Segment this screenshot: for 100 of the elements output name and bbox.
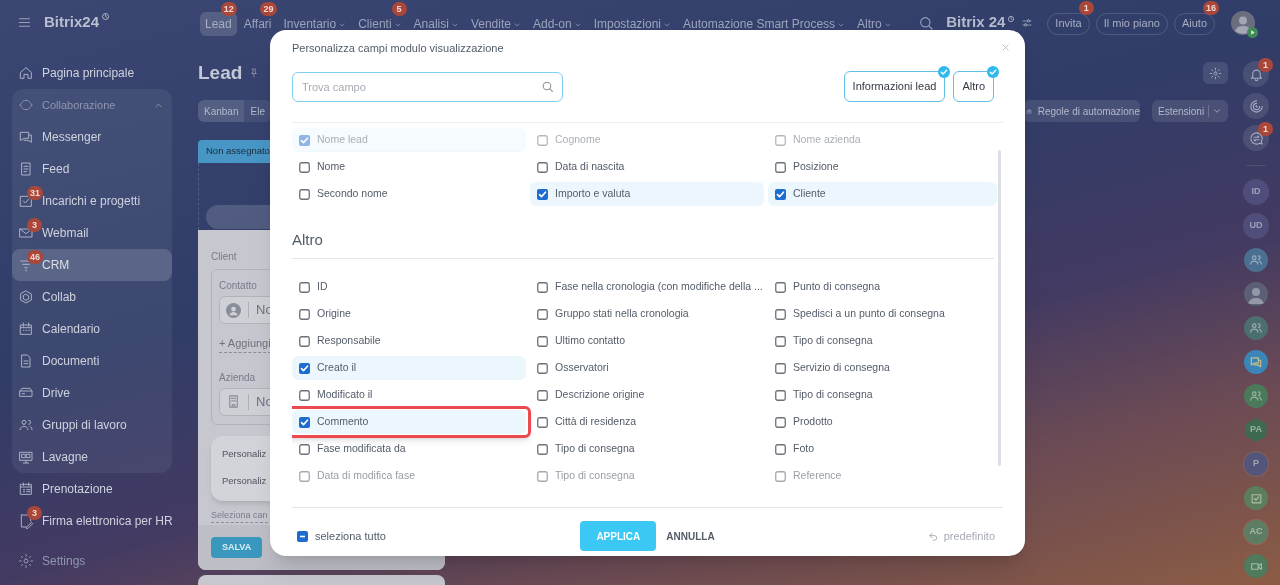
checkbox[interactable] [537,362,548,374]
field-option[interactable]: Punto di consegna [768,275,997,299]
group-avatar[interactable] [1244,384,1268,408]
sidebar-item[interactable]: CRM [42,256,70,274]
sidebar-item[interactable]: Settings [12,545,172,577]
checkbox[interactable] [537,188,548,200]
scrollbar[interactable] [998,150,1001,466]
checkbox[interactable] [299,188,310,200]
field-option[interactable]: Servizio di consegna [768,356,997,380]
checkbox[interactable] [775,335,786,347]
field-option[interactable]: Modificato il [292,383,526,407]
field-option[interactable]: Creato il [292,356,526,380]
checkbox[interactable] [775,134,786,146]
checkbox[interactable] [297,530,308,542]
checkbox[interactable] [299,470,310,482]
view-tab[interactable]: Kanban [198,100,245,122]
checkbox[interactable] [537,389,548,401]
video-avatar[interactable] [1244,554,1268,578]
checkbox[interactable] [299,308,310,320]
checkbox[interactable] [537,134,548,146]
checkbox[interactable] [775,362,786,374]
cancel-button[interactable]: ANNULLA [666,521,715,551]
checkbox[interactable] [299,443,310,455]
rail-button[interactable] [1243,93,1269,119]
field-option[interactable]: Gruppo stati nella cronologia [530,302,764,326]
sliders-icon[interactable] [1021,16,1034,29]
checkbox[interactable] [299,389,310,401]
checkbox[interactable] [537,308,548,320]
checkbox[interactable] [299,161,310,173]
logo-text[interactable]: Bitrix24 [44,11,100,34]
checkbox[interactable] [299,335,310,347]
checkbox[interactable] [537,161,548,173]
field-option[interactable]: Data di nascita [530,155,764,179]
group-avatar[interactable] [1244,248,1268,272]
checkbox[interactable] [537,335,548,347]
sidebar-item[interactable]: Collab [42,288,77,306]
field-option[interactable]: Osservatori [530,356,764,380]
field-option[interactable]: Prodotto [768,410,997,434]
contact-avatar[interactable]: ID [1244,180,1268,204]
field-option[interactable]: Città di residenza [530,410,764,434]
sidebar-item[interactable]: Gruppi di lavoro [42,416,127,434]
checkbox[interactable] [537,281,548,293]
checkbox[interactable] [537,443,548,455]
field-option[interactable]: Spedisci a un punto di consegna [768,302,997,326]
nav-tab[interactable]: Impostazioni [588,12,677,36]
checkbox[interactable] [775,281,786,293]
nav-tab[interactable]: Inventario [278,12,352,36]
field-option[interactable]: Origine [292,302,526,326]
checkbox[interactable] [775,416,786,428]
checkbox[interactable] [299,362,310,374]
field-option[interactable]: Foto [768,437,997,461]
extensions-button[interactable]: Estensioni [1152,100,1228,122]
checkbox[interactable] [775,161,786,173]
field-option[interactable]: Secondo nome [292,182,526,206]
field-option[interactable]: Fase nella cronologia (con modifiche della ... [530,275,764,299]
contact-avatar[interactable]: UD [1244,214,1268,238]
sidebar-item[interactable]: Documenti [42,352,100,370]
sidebar-item[interactable]: Webmail [42,224,89,242]
sidebar-item[interactable]: Feed [42,160,70,178]
field-option[interactable]: Importo e valuta [530,182,764,206]
sidebar-item[interactable]: Drive [42,384,70,402]
select-all-label[interactable]: seleziona tutto [315,527,386,545]
sidebar-item[interactable]: Prenotazione [42,480,113,498]
field-option[interactable]: Descrizione origine [530,383,764,407]
field-option[interactable]: Posizione [768,155,997,179]
sidebar-item[interactable]: Lavagne [42,448,89,466]
search-field[interactable]: Trova campo [292,71,563,102]
view-tab[interactable]: Ele [244,100,271,122]
field-option[interactable]: Responsabile [292,329,526,353]
field-option[interactable]: Ultimo contatto [530,329,764,353]
brand-logo[interactable]: Bitrix 24 [946,11,1006,34]
checkbox[interactable] [775,443,786,455]
menu-item[interactable]: Personaliz [222,445,267,464]
nav-tab[interactable]: Altro [852,12,897,36]
checkbox[interactable] [537,470,548,482]
automation-button[interactable]: Regole di automazione [1024,100,1140,122]
sidebar-item[interactable]: Pagina principale [42,64,135,82]
field-option[interactable]: Tipo di consegna [768,383,997,407]
sidebar-item[interactable]: Calendario [42,320,101,338]
field-option[interactable]: ID [292,275,526,299]
nav-tab[interactable]: Add-on [527,12,587,36]
sidebar-item[interactable]: Firma elettronica per HR [42,512,173,530]
menu-item[interactable]: Personaliz [222,472,267,491]
field-option[interactable]: Tipo di consegna [530,437,764,461]
field-option[interactable]: Cliente [768,182,997,206]
checkbox[interactable] [299,416,310,428]
search-icon[interactable] [918,14,935,31]
nav-tab[interactable]: Vendite [465,12,526,36]
checkbox[interactable] [299,134,310,146]
task-avatar[interactable] [1244,486,1268,510]
settings-button[interactable] [1203,62,1228,84]
nav-tab[interactable]: Automazione Smart Process [678,12,851,36]
checkbox[interactable] [299,281,310,293]
checkbox[interactable] [775,389,786,401]
checkbox[interactable] [775,470,786,482]
contact-avatar[interactable] [1244,282,1268,306]
chat-avatar[interactable] [1244,350,1268,374]
nav-tab[interactable]: Analisi [408,12,464,36]
field-option[interactable]: Tipo di consegna [768,329,997,353]
checkbox[interactable] [775,308,786,320]
